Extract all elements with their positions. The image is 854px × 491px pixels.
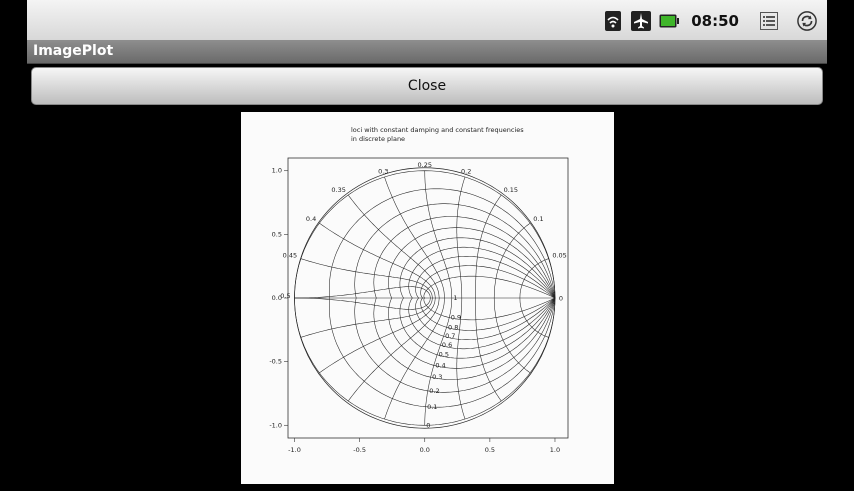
frequency-curve [319, 222, 436, 299]
frequency-curve [475, 194, 502, 298]
damping-label: 0.1 [427, 403, 437, 411]
damping-curve [373, 297, 556, 380]
damping-label: 0.2 [429, 387, 439, 395]
frequency-curve [347, 194, 440, 299]
notification-list-icon[interactable] [759, 10, 779, 32]
frequency-label: 0.35 [331, 186, 345, 194]
damping-label: 0 [426, 421, 430, 429]
damping-label: 0.4 [435, 361, 445, 369]
frequency-label: 0.3 [378, 167, 388, 175]
chart-title-line2: in discrete plane [351, 135, 405, 143]
frequency-curve [475, 298, 502, 402]
damping-curve [420, 265, 556, 299]
frequency-curve [294, 297, 431, 310]
frequency-label: 0.2 [461, 167, 471, 175]
frequency-curve [384, 297, 445, 420]
frequency-label: 0.15 [504, 186, 518, 194]
status-bar: 08:50 [27, 0, 827, 40]
x-tick-label: 0.0 [420, 446, 430, 454]
damping-curve [354, 203, 556, 299]
frequency-label: 0.1 [533, 215, 543, 223]
status-icons: 08:50 [603, 8, 817, 34]
x-tick-label: 1.0 [550, 446, 560, 454]
damping-curve [329, 188, 556, 299]
wifi-icon [603, 10, 623, 32]
damping-label: 0.8 [448, 323, 458, 331]
x-tick-label: 0.5 [485, 446, 495, 454]
chart-title-line1: loci with constant damping and constant … [351, 126, 524, 134]
x-tick-label: -0.5 [353, 446, 366, 454]
damping-curve [354, 297, 556, 393]
damping-label: 0.5 [439, 351, 449, 359]
damping-label: 0.7 [445, 332, 455, 340]
plot-image: loci with constant damping and constant … [241, 112, 614, 484]
frequency-curve [384, 176, 445, 299]
frequency-label: 0.25 [418, 161, 432, 169]
y-tick-label: 0.5 [272, 230, 282, 238]
damping-label: 0.9 [451, 314, 461, 322]
damping-curve [373, 216, 556, 299]
frequency-curve [294, 286, 431, 299]
damping-curve [423, 297, 556, 321]
damping-curve [420, 297, 556, 331]
frequency-curve [456, 176, 466, 299]
airplane-mode-icon [631, 10, 652, 32]
y-tick-label: -0.5 [269, 358, 282, 366]
damping-label: 0.3 [432, 373, 442, 381]
damping-curve [423, 275, 556, 299]
frequency-label: 0.05 [552, 251, 566, 259]
y-tick-label: 1.0 [272, 167, 282, 175]
damping-label: 1 [453, 294, 457, 302]
sync-icon[interactable] [797, 10, 817, 32]
frequency-label: 0 [559, 295, 563, 303]
close-button[interactable]: Close [31, 67, 823, 105]
frequency-label: 0.4 [306, 215, 316, 223]
app-title-bar: ImagePlot [27, 40, 827, 64]
damping-curve [408, 297, 556, 350]
battery-icon [659, 10, 680, 32]
damping-curve [294, 297, 556, 426]
y-tick-label: -1.0 [269, 421, 282, 429]
frequency-label: 0.5 [280, 292, 290, 300]
damping-curve [408, 246, 556, 299]
frequency-curve [319, 297, 436, 374]
frequency-label: 0.45 [283, 251, 297, 259]
x-tick-label: -1.0 [288, 446, 301, 454]
app-title: ImagePlot [33, 43, 114, 59]
frequency-curve [347, 297, 440, 402]
clock: 08:50 [691, 12, 739, 30]
zgrid-chart: loci with constant damping and constant … [269, 126, 569, 454]
damping-label: 0.6 [442, 341, 452, 349]
